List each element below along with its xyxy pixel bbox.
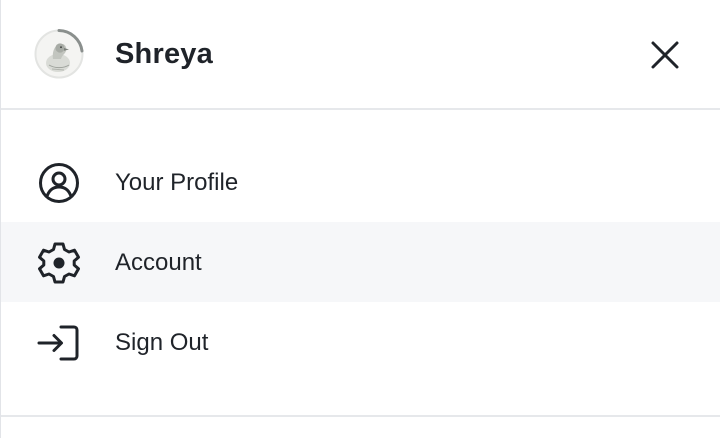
menu-item-label: Account: [115, 249, 202, 276]
divider: [1, 415, 720, 417]
close-icon: [651, 41, 679, 69]
menu-item-your-profile[interactable]: Your Profile: [1, 142, 720, 222]
menu-item-label: Your Profile: [115, 169, 239, 196]
user-menu-panel: Shreya Your Profile Account Sign Out: [0, 0, 720, 438]
close-button[interactable]: [643, 33, 687, 77]
menu-item-sign-out[interactable]: Sign Out: [1, 302, 720, 382]
user-name: Shreya: [115, 38, 213, 70]
menu-item-label: Sign Out: [115, 329, 209, 356]
user-circle-icon: [37, 161, 81, 205]
menu-item-account[interactable]: Account: [1, 222, 720, 302]
avatar[interactable]: [34, 29, 84, 79]
avatar-image: [34, 29, 84, 79]
user-menu-list: Your Profile Account Sign Out: [1, 142, 720, 382]
user-menu-header: Shreya: [1, 0, 720, 110]
sign-out-icon: [37, 321, 81, 365]
gear-icon: [37, 241, 81, 285]
